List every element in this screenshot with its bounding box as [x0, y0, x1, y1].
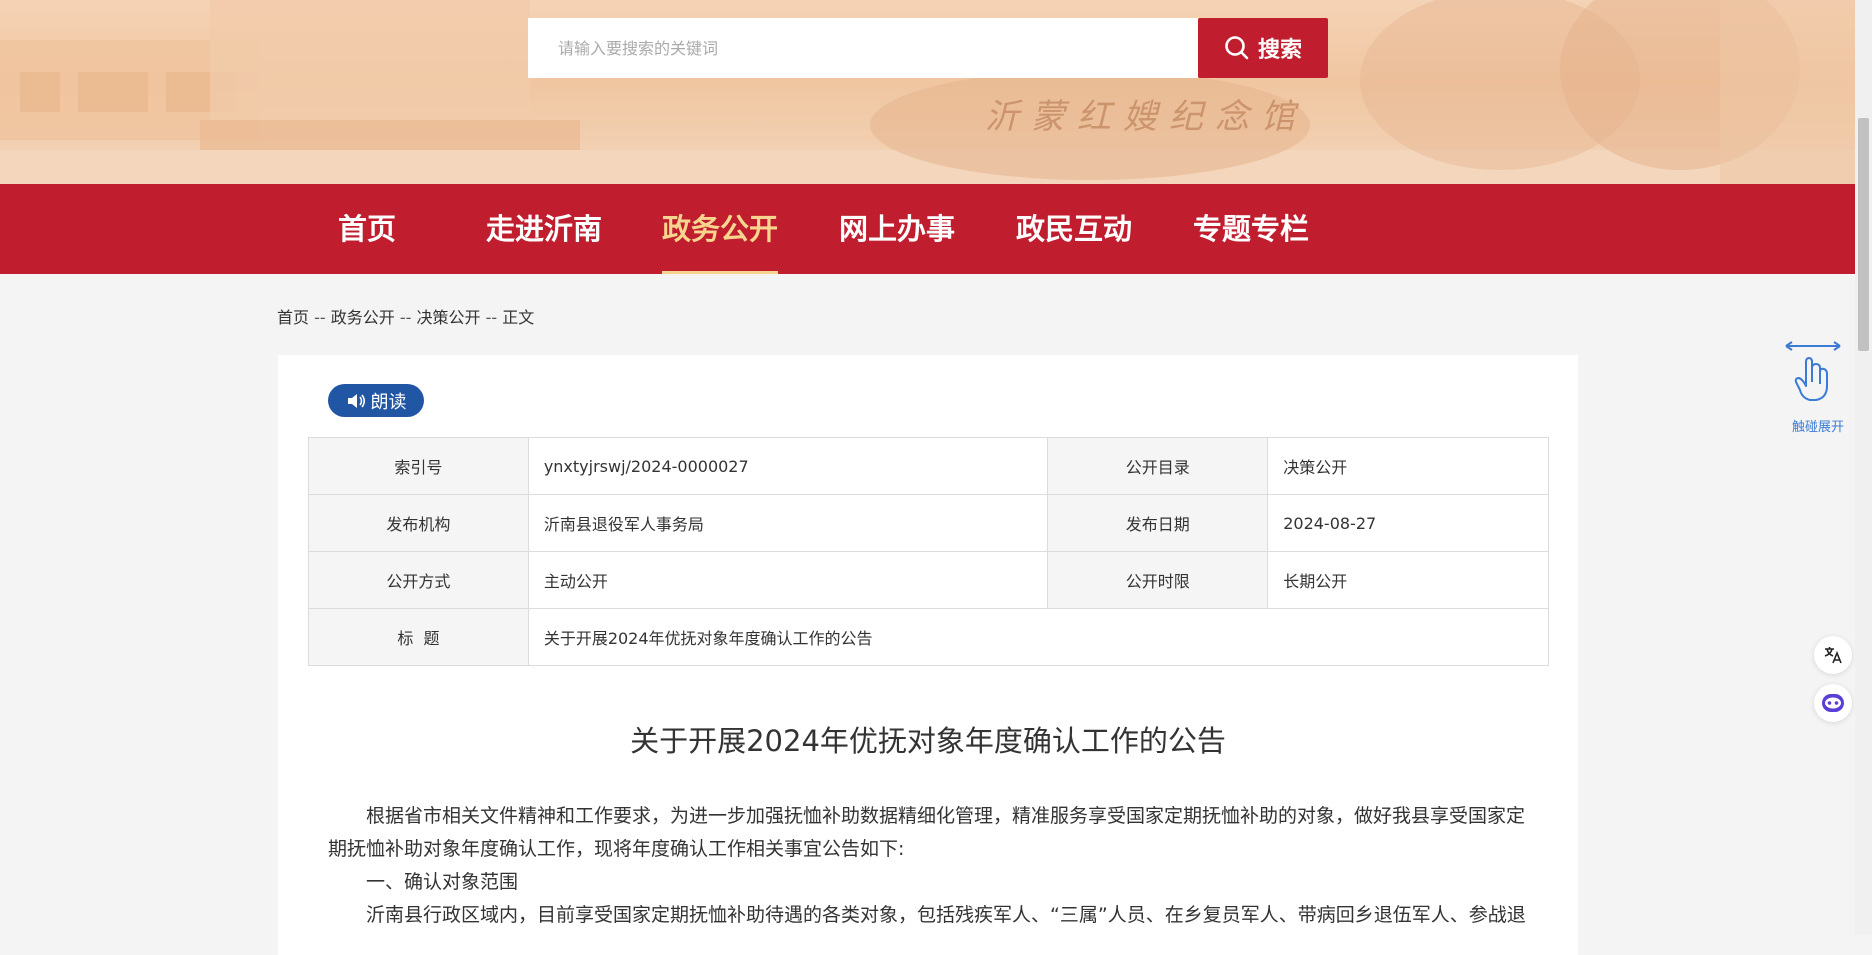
assistant-button[interactable]: [1814, 684, 1852, 722]
table-row: 标 题 关于开展2024年优抚对象年度确认工作的公告: [308, 608, 1550, 666]
breadcrumb-separator: --: [399, 308, 417, 327]
search-icon: [1225, 36, 1249, 60]
search-input[interactable]: [528, 18, 1198, 78]
date-value: 2024-08-27: [1267, 494, 1549, 552]
table-row: 发布机构 沂南县退役军人事务局 发布日期 2024-08-27: [308, 494, 1549, 552]
title-value: 关于开展2024年优抚对象年度确认工作的公告: [527, 608, 1550, 666]
publisher-value: 沂南县退役军人事务局: [527, 494, 1049, 552]
table-row: 公开方式 主动公开 公开时限 长期公开: [308, 551, 1549, 609]
breadcrumb-separator: --: [485, 308, 503, 327]
svg-text:沂蒙红嫂纪念馆: 沂蒙红嫂纪念馆: [985, 97, 1307, 137]
publisher-label: 发布机构: [308, 494, 529, 552]
breadcrumb-gov-affairs[interactable]: 政务公开: [331, 308, 395, 327]
period-value: 长期公开: [1267, 551, 1549, 609]
touch-expand-icon: [1785, 341, 1841, 401]
catalog-label: 公开目录: [1047, 437, 1269, 495]
index-no-value: ynxtyjrswj/2024-0000027: [527, 437, 1049, 495]
main-nav: 首页 走进沂南 政务公开 网上办事 政民互动 专题专栏: [0, 184, 1855, 274]
method-value: 主动公开: [527, 551, 1049, 609]
date-label: 发布日期: [1047, 494, 1269, 552]
nav-item-about[interactable]: 走进沂南: [486, 184, 602, 274]
read-aloud-label: 朗读: [370, 391, 407, 413]
scrollbar-thumb[interactable]: [1858, 118, 1869, 351]
touch-expand-label: 触碰展开: [1791, 420, 1844, 435]
breadcrumb-current: 正文: [502, 308, 535, 327]
read-aloud-button[interactable]: 朗读: [328, 384, 424, 417]
robot-assistant-icon: [1822, 694, 1844, 712]
document-info-table: 索引号 ynxtyjrswj/2024-0000027 公开目录 决策公开 发布…: [308, 437, 1550, 666]
nav-item-home[interactable]: 首页: [337, 184, 397, 274]
period-label: 公开时限: [1047, 551, 1269, 609]
article-body: 根据省市相关文件精神和工作要求，为进一步加强抚恤补助数据精细化管理，精准服务享受…: [328, 800, 1528, 932]
breadcrumb-separator: --: [314, 308, 331, 327]
search-box: [528, 18, 1198, 78]
breadcrumb: 首页 -- 政务公开 -- 决策公开 -- 正文: [277, 304, 534, 328]
article-section-heading: 一、确认对象范围: [366, 871, 519, 893]
breadcrumb-home[interactable]: 首页: [277, 308, 309, 327]
article-paragraph: 根据省市相关文件精神和工作要求，为进一步加强抚恤补助数据精细化管理，精准服务享受…: [328, 805, 1526, 860]
article-title: 关于开展2024年优抚对象年度确认工作的公告: [630, 724, 1226, 758]
translate-icon: [1824, 647, 1842, 664]
breadcrumb-decision[interactable]: 决策公开: [417, 308, 481, 327]
catalog-value: 决策公开: [1267, 437, 1549, 495]
nav-item-interaction[interactable]: 政民互动: [1016, 184, 1132, 274]
search-button[interactable]: 搜索: [1198, 18, 1328, 78]
method-label: 公开方式: [308, 551, 529, 609]
nav-item-gov-affairs[interactable]: 政务公开: [662, 184, 778, 274]
search-button-label: 搜索: [1257, 38, 1302, 63]
speaker-icon: [347, 393, 365, 408]
title-label: 标 题: [308, 608, 529, 666]
article-paragraph: 沂南县行政区域内，目前享受国家定期抚恤补助待遇的各类对象，包括残疾军人、“三属”…: [366, 904, 1526, 926]
nav-item-special-topics[interactable]: 专题专栏: [1193, 184, 1309, 274]
table-row: 索引号 ynxtyjrswj/2024-0000027 公开目录 决策公开: [308, 437, 1549, 495]
index-no-label: 索引号: [308, 437, 529, 495]
translate-button[interactable]: [1814, 636, 1852, 674]
nav-item-online-services[interactable]: 网上办事: [839, 184, 955, 274]
